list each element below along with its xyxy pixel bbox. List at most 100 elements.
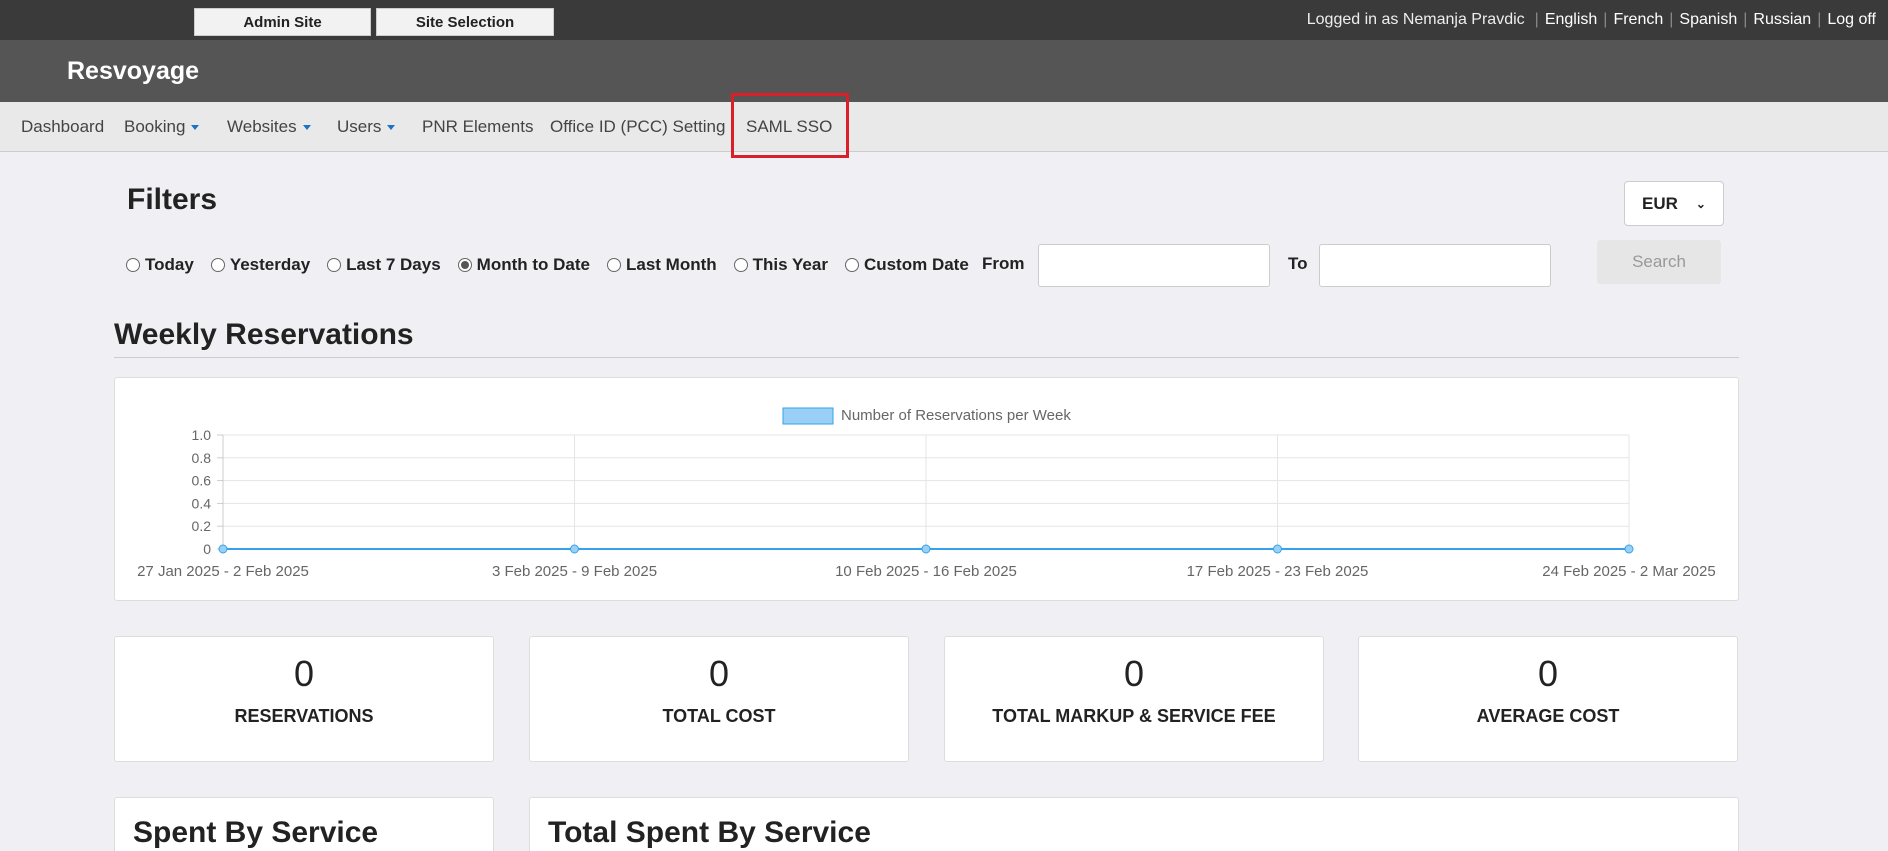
nav-dashboard[interactable]: Dashboard (21, 117, 104, 137)
radio-label: Last 7 Days (346, 255, 441, 274)
chevron-down-icon: ⌄ (1695, 196, 1706, 211)
logged-in-text: Logged in as Nemanja Pravdic (1306, 11, 1525, 28)
radio-circle[interactable] (126, 258, 140, 272)
lang-russian-link[interactable]: Russian (1753, 11, 1811, 29)
x-tick-label: 24 Feb 2025 - 2 Mar 2025 (1542, 563, 1715, 580)
nav-websites[interactable]: Websites (227, 117, 311, 137)
top-bar: Admin Site Site Selection Logged in as N… (0, 0, 1888, 40)
y-tick-label: 0.4 (192, 495, 212, 511)
y-tick-label: 0.6 (192, 473, 212, 489)
lang-french-link[interactable]: French (1613, 11, 1663, 29)
stat-average-cost: 0 AVERAGE COST (1358, 636, 1738, 762)
highlight-annotation (731, 93, 849, 158)
radio-last-7-days[interactable]: Last 7 Days (327, 255, 441, 275)
lang-english-link[interactable]: English (1545, 11, 1597, 29)
currency-select[interactable]: EUR ⌄ (1624, 181, 1724, 226)
radio-last-month[interactable]: Last Month (606, 255, 717, 275)
radio-circle[interactable] (844, 258, 859, 272)
stat-value: 0 (1537, 653, 1559, 694)
radio-label: Month to Date (476, 255, 590, 274)
nav-users[interactable]: Users (337, 117, 396, 137)
radio-label: Custom Date (863, 255, 969, 274)
stat-label: RESERVATIONS (234, 706, 374, 726)
divider: | (1743, 11, 1748, 28)
x-tick-label: 17 Feb 2025 - 23 Feb 2025 (1187, 563, 1369, 580)
divider: | (1603, 11, 1608, 28)
stat-value: 0 (293, 653, 315, 694)
spent-by-service-title: Spent By Service (133, 816, 379, 849)
search-button[interactable]: Search (1597, 240, 1721, 284)
y-tick-label: 1.0 (192, 427, 212, 443)
radio-today[interactable]: Today (126, 255, 194, 275)
y-tick-label: 0.8 (192, 450, 212, 466)
lang-spanish-link[interactable]: Spanish (1679, 11, 1737, 29)
chevron-down-icon (302, 125, 311, 131)
nav-office-label: Office ID (PCC) Setting (550, 117, 726, 136)
divider (114, 357, 1739, 358)
legend-swatch (782, 407, 834, 425)
chart-svg: 1.0 0.8 0.6 0.4 0.2 0 27 Jan 2025 - 2 Feb 2025… (137, 407, 1716, 580)
filters-title: Filters (127, 183, 218, 216)
nav-pnr-elements[interactable]: PNR Elements (422, 117, 533, 137)
main-nav: Dashboard Booking Websites Users PNR Ele… (0, 102, 1888, 152)
from-label: From (982, 254, 1025, 273)
radio-label: This Year (752, 255, 828, 274)
nav-users-label: Users (337, 117, 382, 136)
nav-websites-label: Websites (227, 117, 297, 136)
stat-reservations: 0 RESERVATIONS (114, 636, 494, 762)
data-point (218, 544, 228, 554)
stat-value: 0 (708, 653, 730, 694)
nav-booking[interactable]: Booking (124, 117, 200, 137)
radio-label: Yesterday (229, 255, 311, 274)
legend-label: Number of Reservations per Week (841, 407, 1071, 424)
radio-label: Last Month (625, 255, 717, 274)
divider: | (1817, 11, 1822, 28)
y-tick-label: 0.2 (192, 518, 212, 534)
radio-circle[interactable] (327, 258, 342, 272)
stat-label: TOTAL MARKUP & SERVICE FEE (992, 706, 1276, 726)
nav-booking-label: Booking (124, 117, 186, 136)
nav-office-id[interactable]: Office ID (PCC) Setting (550, 117, 725, 137)
radio-circle[interactable] (733, 258, 748, 272)
logoff-link[interactable]: Log off (1827, 11, 1876, 29)
spent-by-service-card: Spent By Service (114, 797, 494, 851)
x-tick-label: 10 Feb 2025 - 16 Feb 2025 (835, 563, 1017, 580)
radio-month-to-date[interactable]: Month to Date (457, 255, 590, 275)
brand-logo[interactable]: Resvoyage (67, 57, 199, 86)
user-menu: Logged in as Nemanja Pravdic | English |… (1307, 0, 1876, 40)
radio-this-year[interactable]: This Year (733, 255, 828, 275)
stat-label: TOTAL COST (662, 706, 776, 726)
to-date-input[interactable] (1319, 244, 1551, 287)
divider: | (1534, 11, 1539, 28)
chevron-down-icon (387, 125, 396, 131)
total-spent-by-service-card: Total Spent By Service (529, 797, 1739, 851)
stat-total-markup: 0 TOTAL MARKUP & SERVICE FEE (944, 636, 1324, 762)
radio-label: Today (145, 255, 194, 274)
from-date-input[interactable] (1038, 244, 1270, 287)
data-point (921, 544, 931, 554)
stat-label: AVERAGE COST (1476, 706, 1620, 726)
x-tick-label: 3 Feb 2025 - 9 Feb 2025 (492, 563, 657, 580)
radio-circle[interactable] (606, 258, 621, 272)
radio-circle[interactable] (210, 258, 225, 272)
to-label: To (1288, 254, 1308, 273)
radio-custom-date[interactable]: Custom Date (844, 255, 969, 275)
radio-circle-selected[interactable] (457, 258, 472, 272)
radio-yesterday[interactable]: Yesterday (210, 255, 311, 275)
data-point (570, 544, 579, 554)
divider: | (1669, 11, 1674, 28)
site-selection-button[interactable]: Site Selection (376, 8, 554, 36)
weekly-reservations-title: Weekly Reservations (114, 318, 414, 351)
data-point (1273, 544, 1282, 554)
nav-dashboard-label: Dashboard (21, 117, 105, 136)
nav-pnr-label: PNR Elements (422, 117, 534, 136)
x-tick-label: 27 Jan 2025 - 2 Feb 2025 (137, 563, 309, 580)
weekly-reservations-chart: 1.0 0.8 0.6 0.4 0.2 0 27 Jan 2025 - 2 Feb 2025… (114, 377, 1739, 601)
currency-value: EUR (1642, 193, 1678, 213)
date-range-options: Today Yesterday Last 7 Days Month to Dat… (126, 253, 986, 277)
total-spent-by-service-title: Total Spent By Service (548, 816, 871, 849)
stat-value: 0 (1123, 653, 1145, 694)
admin-site-button[interactable]: Admin Site (194, 8, 371, 36)
chevron-down-icon (191, 125, 200, 131)
brand-bar: Resvoyage (0, 40, 1888, 102)
